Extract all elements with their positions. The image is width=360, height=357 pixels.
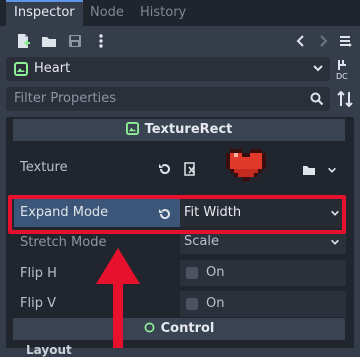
stretch-mode-label: Stretch Mode xyxy=(20,235,107,250)
flip-v-checkbox-box xyxy=(186,298,198,310)
flip-h-checkbox[interactable]: On xyxy=(180,260,346,286)
control-icon xyxy=(144,322,155,333)
annotation-arrow-head xyxy=(96,248,140,284)
forward-icon[interactable] xyxy=(314,32,332,50)
sort-icon[interactable] xyxy=(337,90,353,108)
node-name: Heart xyxy=(34,61,71,76)
annotation-arrow-shaft xyxy=(113,282,123,348)
highlight-box xyxy=(8,195,346,234)
new-resource-icon[interactable] xyxy=(14,32,32,50)
back-icon[interactable] xyxy=(292,32,310,50)
inspector-toolbar xyxy=(0,26,360,56)
save-icon[interactable] xyxy=(66,32,84,50)
more-vert-icon[interactable] xyxy=(92,32,110,50)
tab-node[interactable]: Node xyxy=(90,0,124,26)
flip-h-label: Flip H xyxy=(20,266,57,281)
history-icon[interactable] xyxy=(336,32,354,50)
section-control[interactable]: Control xyxy=(13,318,345,340)
section-texture-rect[interactable]: TextureRect xyxy=(13,119,345,141)
tab-history[interactable]: History xyxy=(140,0,186,26)
flip-h-checkbox-box xyxy=(186,267,198,279)
flip-h-value: On xyxy=(206,265,225,280)
section-control-label: Control xyxy=(160,321,215,336)
revert-icon[interactable] xyxy=(158,162,172,176)
flip-v-label: Flip V xyxy=(20,296,56,311)
flip-v-value: On xyxy=(206,296,225,311)
object-properties-icon[interactable]: DC xyxy=(336,58,354,80)
texture-preview-heart[interactable] xyxy=(226,145,266,185)
stretch-mode-chevron-icon xyxy=(330,237,340,247)
stretch-mode-value: Scale xyxy=(184,234,219,249)
node-icon xyxy=(14,62,28,76)
chevron-down-icon xyxy=(312,62,324,74)
texture-rect-icon xyxy=(125,122,139,135)
inspector-tab-bar: Inspector Node History xyxy=(0,0,360,26)
load-texture-folder-icon[interactable] xyxy=(302,163,316,177)
tab-inspector[interactable]: Inspector xyxy=(6,0,83,26)
node-selector[interactable]: Heart xyxy=(6,57,330,81)
section-texture-rect-label: TextureRect xyxy=(144,122,233,137)
svg-text:DC: DC xyxy=(336,72,348,80)
open-folder-icon[interactable] xyxy=(40,32,58,50)
filter-properties-input[interactable]: Filter Properties xyxy=(14,91,116,106)
texture-options-chevron-icon[interactable] xyxy=(327,165,337,175)
texture-label: Texture xyxy=(20,160,68,175)
subsection-layout[interactable]: Layout xyxy=(26,343,72,357)
flip-v-checkbox[interactable]: On xyxy=(180,291,346,317)
filter-properties-field[interactable]: Filter Properties xyxy=(6,87,330,111)
search-icon xyxy=(310,92,324,106)
remove-texture-icon[interactable] xyxy=(183,162,197,176)
